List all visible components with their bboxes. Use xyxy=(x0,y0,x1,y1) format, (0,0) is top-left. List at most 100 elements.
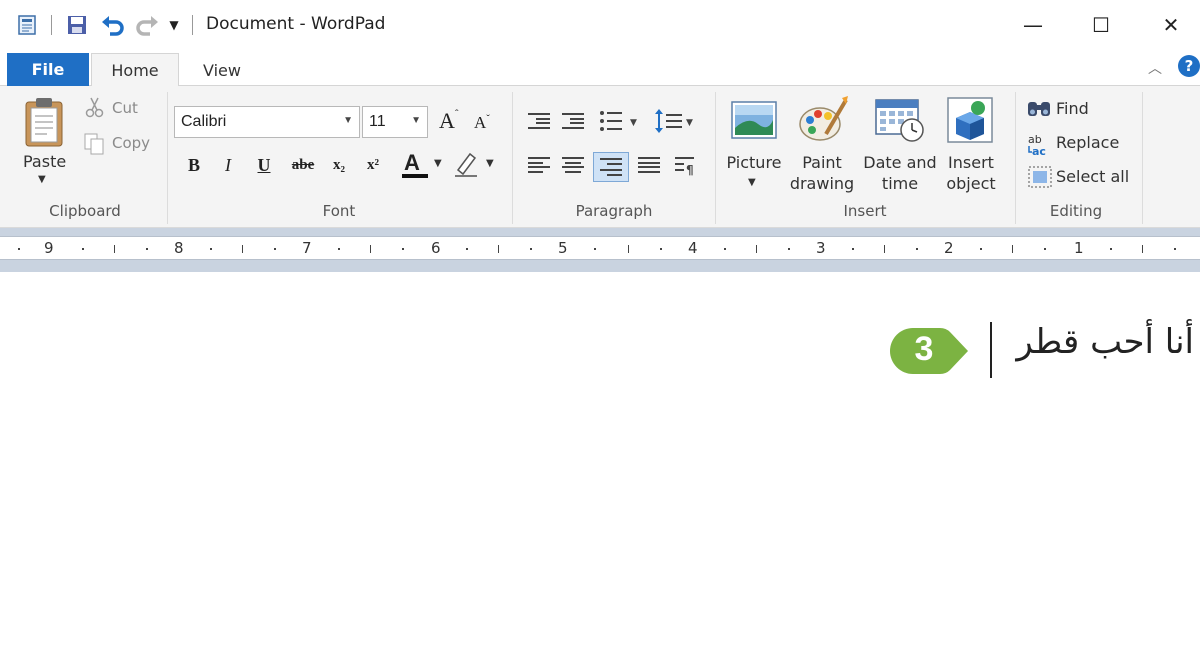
paragraph-group-label: Paragraph xyxy=(575,202,653,220)
date-line2: time xyxy=(881,174,919,193)
ruler-number: 8 xyxy=(174,239,184,257)
ruler-dot xyxy=(980,248,982,250)
ruler-number: 1 xyxy=(1074,239,1084,257)
shrink-font-arrow-icon: ˇ xyxy=(486,113,490,125)
ruler-dot xyxy=(724,248,726,250)
text-color-glyph: A xyxy=(404,150,420,175)
undo-icon[interactable] xyxy=(100,12,126,38)
replace-icon[interactable]: ab ac xyxy=(1026,132,1054,158)
redo-icon[interactable] xyxy=(134,12,160,38)
ruler-dot xyxy=(18,248,20,250)
svg-text:▼: ▼ xyxy=(686,118,693,128)
group-separator xyxy=(1142,92,1143,224)
ribbon: Paste ▼ Cut Copy Clipboard Calibri ▼ 11 … xyxy=(0,86,1200,228)
calendar-clock-icon[interactable] xyxy=(874,96,926,144)
ruler-dot xyxy=(402,248,404,250)
date-and-time-button[interactable]: Date and time xyxy=(860,152,940,194)
ruler-tick xyxy=(370,245,371,253)
minimize-button[interactable]: — xyxy=(1010,8,1056,42)
insert-group-label: Insert xyxy=(843,202,887,220)
ruler-tick xyxy=(1012,245,1013,253)
picture-dropdown-icon[interactable]: ▼ xyxy=(748,177,756,188)
cut-button[interactable]: Cut xyxy=(112,99,138,117)
shrink-font-button[interactable]: Aˇ xyxy=(474,113,490,133)
ruler-dot xyxy=(1174,248,1176,250)
decrease-indent-icon[interactable] xyxy=(526,110,552,132)
paint-palette-icon[interactable] xyxy=(798,96,850,144)
replace-button[interactable]: Replace xyxy=(1056,133,1119,152)
paint-line1: Paint xyxy=(802,153,842,172)
ruler-tick xyxy=(242,245,243,253)
document-text[interactable]: أنا أحب قطر xyxy=(1016,322,1194,362)
insert-object-button[interactable]: Insert object xyxy=(938,152,1004,194)
justify-icon[interactable] xyxy=(636,154,662,176)
superscript-button[interactable]: x² xyxy=(360,152,386,178)
find-button[interactable]: Find xyxy=(1056,99,1089,118)
font-size-combo[interactable]: 11 ▼ xyxy=(362,106,428,138)
select-all-icon[interactable] xyxy=(1028,166,1052,188)
callout-number: 3 xyxy=(914,330,934,368)
bold-button[interactable]: B xyxy=(182,152,206,178)
paragraph-settings-icon[interactable]: ¶ xyxy=(672,152,698,178)
title-bar: ▼ Document - WordPad — ☐ ✕ xyxy=(0,0,1200,50)
window-title: Document - WordPad xyxy=(206,14,386,34)
ruler-number: 3 xyxy=(816,239,826,257)
bullets-icon[interactable]: ▼ xyxy=(598,108,642,134)
paint-drawing-button[interactable]: Paint drawing xyxy=(786,152,858,194)
paste-dropdown-icon[interactable]: ▼ xyxy=(38,174,46,185)
collapse-ribbon-icon[interactable]: ︿ xyxy=(1148,58,1162,78)
highlight-dropdown-icon[interactable]: ▼ xyxy=(486,158,494,169)
tab-view[interactable]: View xyxy=(186,53,258,87)
insert-object-icon[interactable] xyxy=(946,96,994,144)
maximize-button[interactable]: ☐ xyxy=(1078,8,1124,42)
increase-indent-icon[interactable] xyxy=(560,110,586,132)
italic-button[interactable]: I xyxy=(216,152,240,178)
close-button[interactable]: ✕ xyxy=(1148,8,1194,42)
select-all-button[interactable]: Select all xyxy=(1056,167,1129,186)
ribbon-tabs: File Home View xyxy=(0,50,1200,87)
align-right-icon[interactable] xyxy=(593,152,629,182)
picture-icon[interactable] xyxy=(730,98,778,142)
title-separator xyxy=(192,15,193,35)
ruler-dot xyxy=(660,248,662,250)
paste-button[interactable]: Paste xyxy=(23,152,66,171)
align-center-icon[interactable] xyxy=(560,154,586,176)
strikethrough-button[interactable]: abe xyxy=(286,152,320,178)
ruler[interactable]: 9 8 7 6 5 4 3 2 1 xyxy=(0,236,1200,260)
grow-font-button[interactable]: Aˆ xyxy=(439,108,459,134)
object-line1: Insert xyxy=(948,153,994,172)
binoculars-icon[interactable] xyxy=(1026,96,1052,120)
save-icon[interactable] xyxy=(64,12,90,38)
tab-home[interactable]: Home xyxy=(91,53,179,87)
text-color-button[interactable]: A xyxy=(400,150,430,180)
ruler-dot xyxy=(338,248,340,250)
text-color-dropdown-icon[interactable]: ▼ xyxy=(434,158,442,169)
highlighter-icon[interactable] xyxy=(452,150,480,178)
line-spacing-icon[interactable]: ▼ xyxy=(655,108,699,134)
ruler-dot xyxy=(1110,248,1112,250)
ruler-tick xyxy=(756,245,757,253)
subscript-button[interactable]: x₂ xyxy=(326,152,352,178)
copy-button[interactable]: Copy xyxy=(112,134,150,152)
help-icon[interactable]: ? xyxy=(1178,55,1200,77)
step-callout: 3 xyxy=(888,326,970,376)
date-line1: Date and xyxy=(863,153,937,172)
paste-icon[interactable] xyxy=(22,96,68,148)
wordpad-app-icon[interactable] xyxy=(14,12,40,38)
ruler-number: 2 xyxy=(944,239,954,257)
tab-file[interactable]: File xyxy=(7,53,89,86)
ruler-dot xyxy=(274,248,276,250)
ruler-dot xyxy=(210,248,212,250)
align-left-icon[interactable] xyxy=(526,154,552,176)
underline-button[interactable]: U xyxy=(252,152,276,178)
grow-font-glyph: A xyxy=(439,108,455,133)
svg-text:▼: ▼ xyxy=(630,118,637,128)
ruler-dot xyxy=(146,248,148,250)
cut-icon[interactable] xyxy=(84,96,106,118)
chevron-down-icon: ▼ xyxy=(343,115,353,126)
editing-group-label: Editing xyxy=(1049,202,1103,220)
font-family-combo[interactable]: Calibri ▼ xyxy=(174,106,360,138)
picture-button[interactable]: Picture xyxy=(724,152,784,173)
copy-icon[interactable] xyxy=(82,132,106,156)
customize-dropdown-icon[interactable]: ▼ xyxy=(164,12,184,38)
